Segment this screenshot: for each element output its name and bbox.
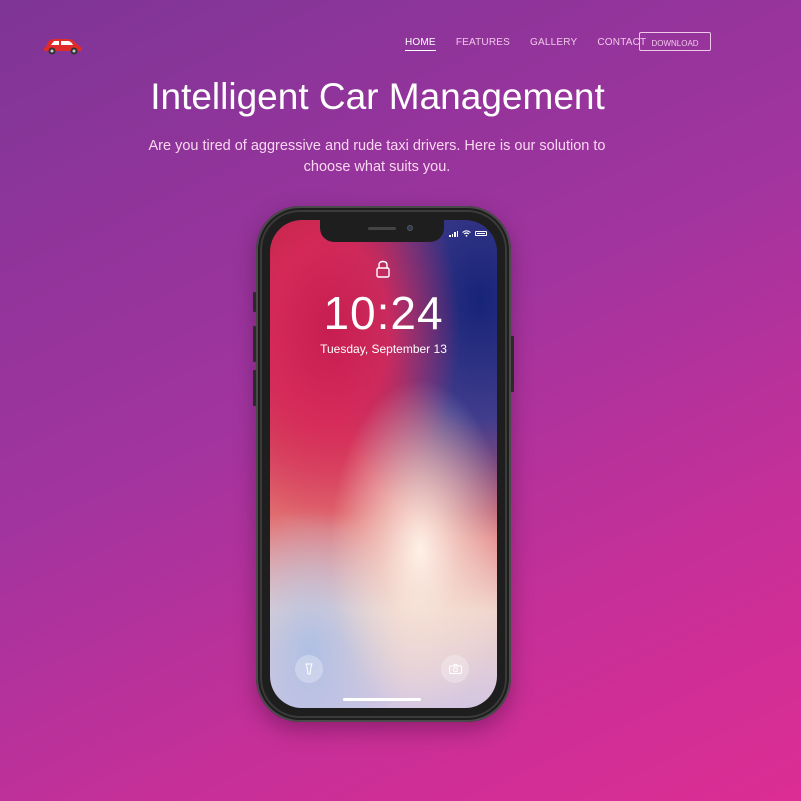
phone-silent-switch	[253, 292, 256, 312]
nav-link-features[interactable]: FEATURES	[456, 37, 510, 51]
nav-links: HOME FEATURES GALLERY CONTACT	[405, 37, 646, 51]
status-bar	[449, 230, 487, 237]
flashlight-icon	[305, 663, 313, 675]
download-button[interactable]: DOWNLOAD	[639, 32, 711, 51]
phone-volume-down	[253, 370, 256, 406]
phone-speaker	[368, 227, 396, 230]
phone-notch	[320, 220, 444, 242]
camera-button[interactable]	[441, 655, 469, 683]
wifi-icon	[462, 230, 471, 237]
hero-title: Intelligent Car Management	[150, 76, 605, 117]
car-icon[interactable]	[42, 33, 84, 55]
front-camera	[407, 225, 413, 231]
battery-icon	[475, 231, 487, 236]
nav-link-home[interactable]: HOME	[405, 37, 436, 51]
hero-subtitle: Are you tired of aggressive and rude tax…	[148, 138, 606, 175]
phone-mockup: 10:24 Tuesday, September 13	[253, 206, 514, 722]
phone-volume-up	[253, 326, 256, 362]
lock-icon	[376, 260, 390, 278]
lockscreen-time: 10:24	[323, 287, 444, 339]
lockscreen-date: Tuesday, September 13	[320, 342, 447, 356]
top-navbar: HOME FEATURES GALLERY CONTACT DOWNLOAD	[0, 30, 801, 56]
phone-power-button	[511, 336, 514, 392]
home-indicator[interactable]	[343, 698, 421, 701]
signal-icon	[449, 230, 458, 237]
nav-link-gallery[interactable]: GALLERY	[530, 37, 577, 51]
flashlight-button[interactable]	[295, 655, 323, 683]
camera-icon	[448, 664, 462, 674]
phone-screen: 10:24 Tuesday, September 13	[270, 220, 497, 708]
